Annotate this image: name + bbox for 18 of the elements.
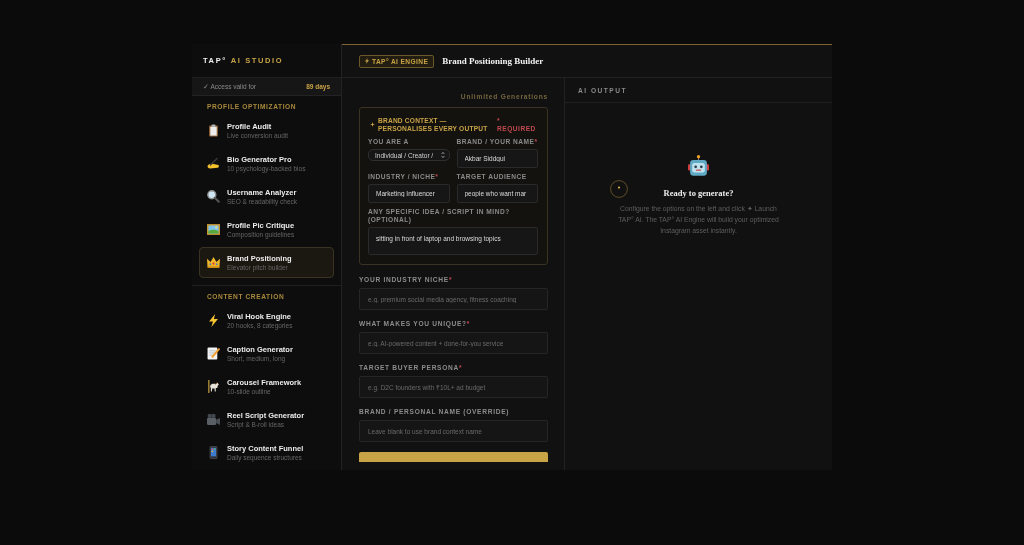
launch-button[interactable] [359,452,548,462]
lightning-icon [207,314,220,327]
ring-cursor-icon [610,180,628,198]
chevron-updown-icon [440,152,445,158]
writing-hand-icon [207,157,220,170]
framed-picture-icon [207,223,220,236]
empty-state-title: Ready to generate? [663,188,734,198]
clipboard-icon [207,124,220,137]
mobile-phone-icon [207,446,220,459]
carousel-horse-icon [207,380,220,393]
notepad-pencil-icon [207,347,220,360]
crown-icon [207,256,220,269]
search-icon [207,190,220,203]
sparkle-icon [370,122,375,127]
robot-icon [688,155,709,176]
video-camera-icon [207,413,220,426]
page-title: Brand Positioning Builder [442,56,544,66]
lightning-icon [365,58,369,64]
